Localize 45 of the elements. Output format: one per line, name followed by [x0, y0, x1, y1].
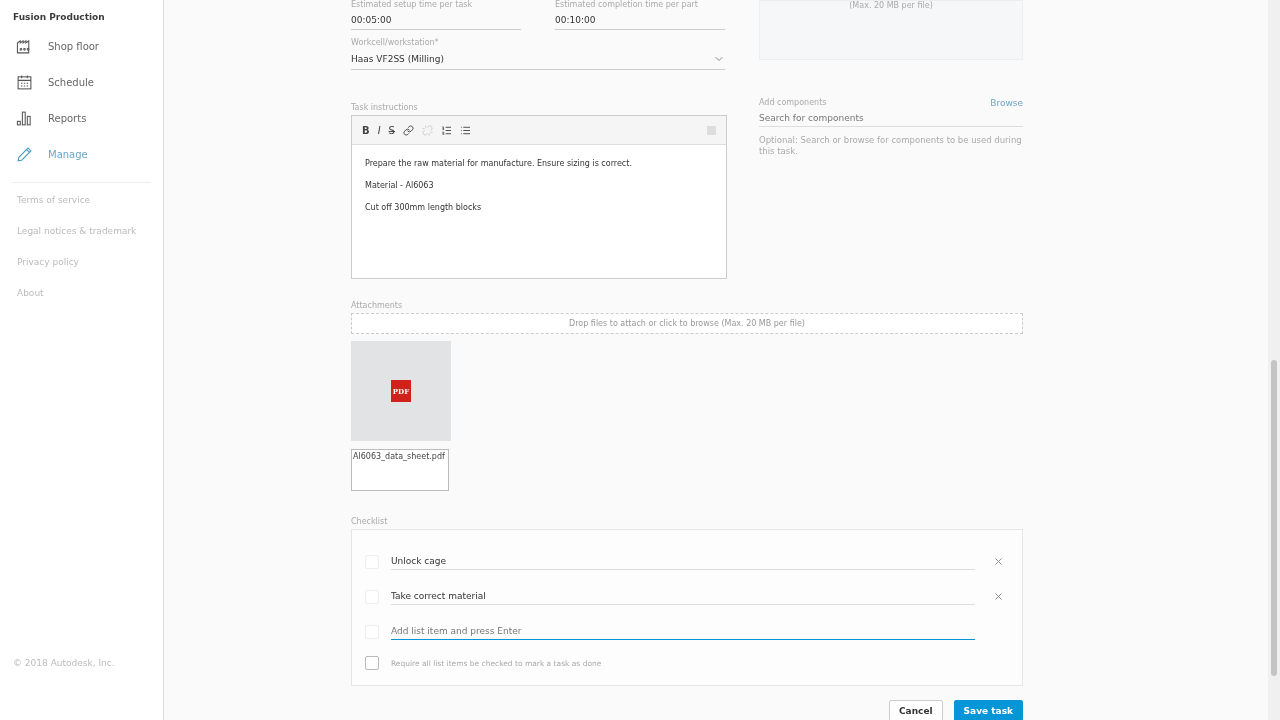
bar-chart-icon [16, 109, 33, 127]
nav-item[interactable]: Schedule [0, 64, 163, 100]
nav-item[interactable]: Shop floor [0, 28, 163, 64]
field-label: Attachments [351, 301, 404, 310]
nav-label: Schedule [48, 76, 94, 88]
numbered-list-button[interactable] [440, 124, 452, 136]
checklist-item-field[interactable]: Unlock cage [391, 553, 975, 570]
time-field[interactable]: 00:10:00 [555, 12, 725, 30]
save-button[interactable]: Save task [953, 700, 1023, 720]
hint-text: Optional: Search or browse for components to be used during this task. [759, 135, 1023, 157]
new-item-field[interactable]: Add list item and press Enter [391, 623, 975, 640]
close-icon [992, 591, 1004, 602]
nav-item[interactable]: Reports [0, 100, 163, 136]
scrollbar[interactable] [1268, 0, 1280, 720]
field-label: Checklist [351, 517, 389, 526]
field-label: Estimated setup time per task [351, 0, 474, 9]
link-button[interactable] [402, 124, 414, 136]
collapse-button[interactable] [707, 125, 716, 135]
format-button[interactable]: S [388, 124, 395, 136]
file-name: Al6063_data_sheet.pdf [351, 449, 449, 491]
cancel-button[interactable]: Cancel [889, 700, 943, 720]
format-button[interactable]: I [377, 124, 381, 136]
bullet-list-button[interactable] [459, 124, 471, 136]
nav-label: Manage [48, 148, 88, 160]
field-label: Estimated completion time per part [555, 0, 699, 9]
instructions-editor[interactable]: B I S Prepare the raw material for manufacture. Ensure sizing is correct. Material - Al6063 Cut off 300mm length blocks [351, 115, 727, 279]
time-field[interactable]: 00:05:00 [351, 12, 521, 30]
checklist-item-field[interactable]: Take correct material [391, 588, 975, 605]
pencil-icon [16, 145, 33, 163]
workcell-dropdown[interactable]: Haas VF2SS (Milling) [351, 50, 725, 70]
nav-label: Shop floor [48, 40, 99, 52]
format-button[interactable]: B [362, 124, 370, 136]
app-title: Fusion Production [12, 12, 106, 22]
close-icon [992, 556, 1004, 567]
checkbox[interactable] [365, 656, 379, 670]
component-search-field[interactable]: Search for components [759, 110, 1023, 127]
calendar-icon [16, 73, 33, 91]
nav-label: Reports [48, 112, 87, 124]
instruction-text: Cut off 300mm length blocks [365, 203, 483, 212]
instruction-text: Material - Al6063 [365, 181, 435, 190]
field-label: Workcell/workstation* [351, 38, 440, 47]
field-label: Task instructions [351, 103, 419, 112]
instruction-text: Prepare the raw material for manufacture. Ensure sizing is correct. [365, 159, 633, 168]
copyright: © 2018 Autodesk, Inc. [12, 658, 116, 668]
field-label: Add components [759, 98, 827, 107]
